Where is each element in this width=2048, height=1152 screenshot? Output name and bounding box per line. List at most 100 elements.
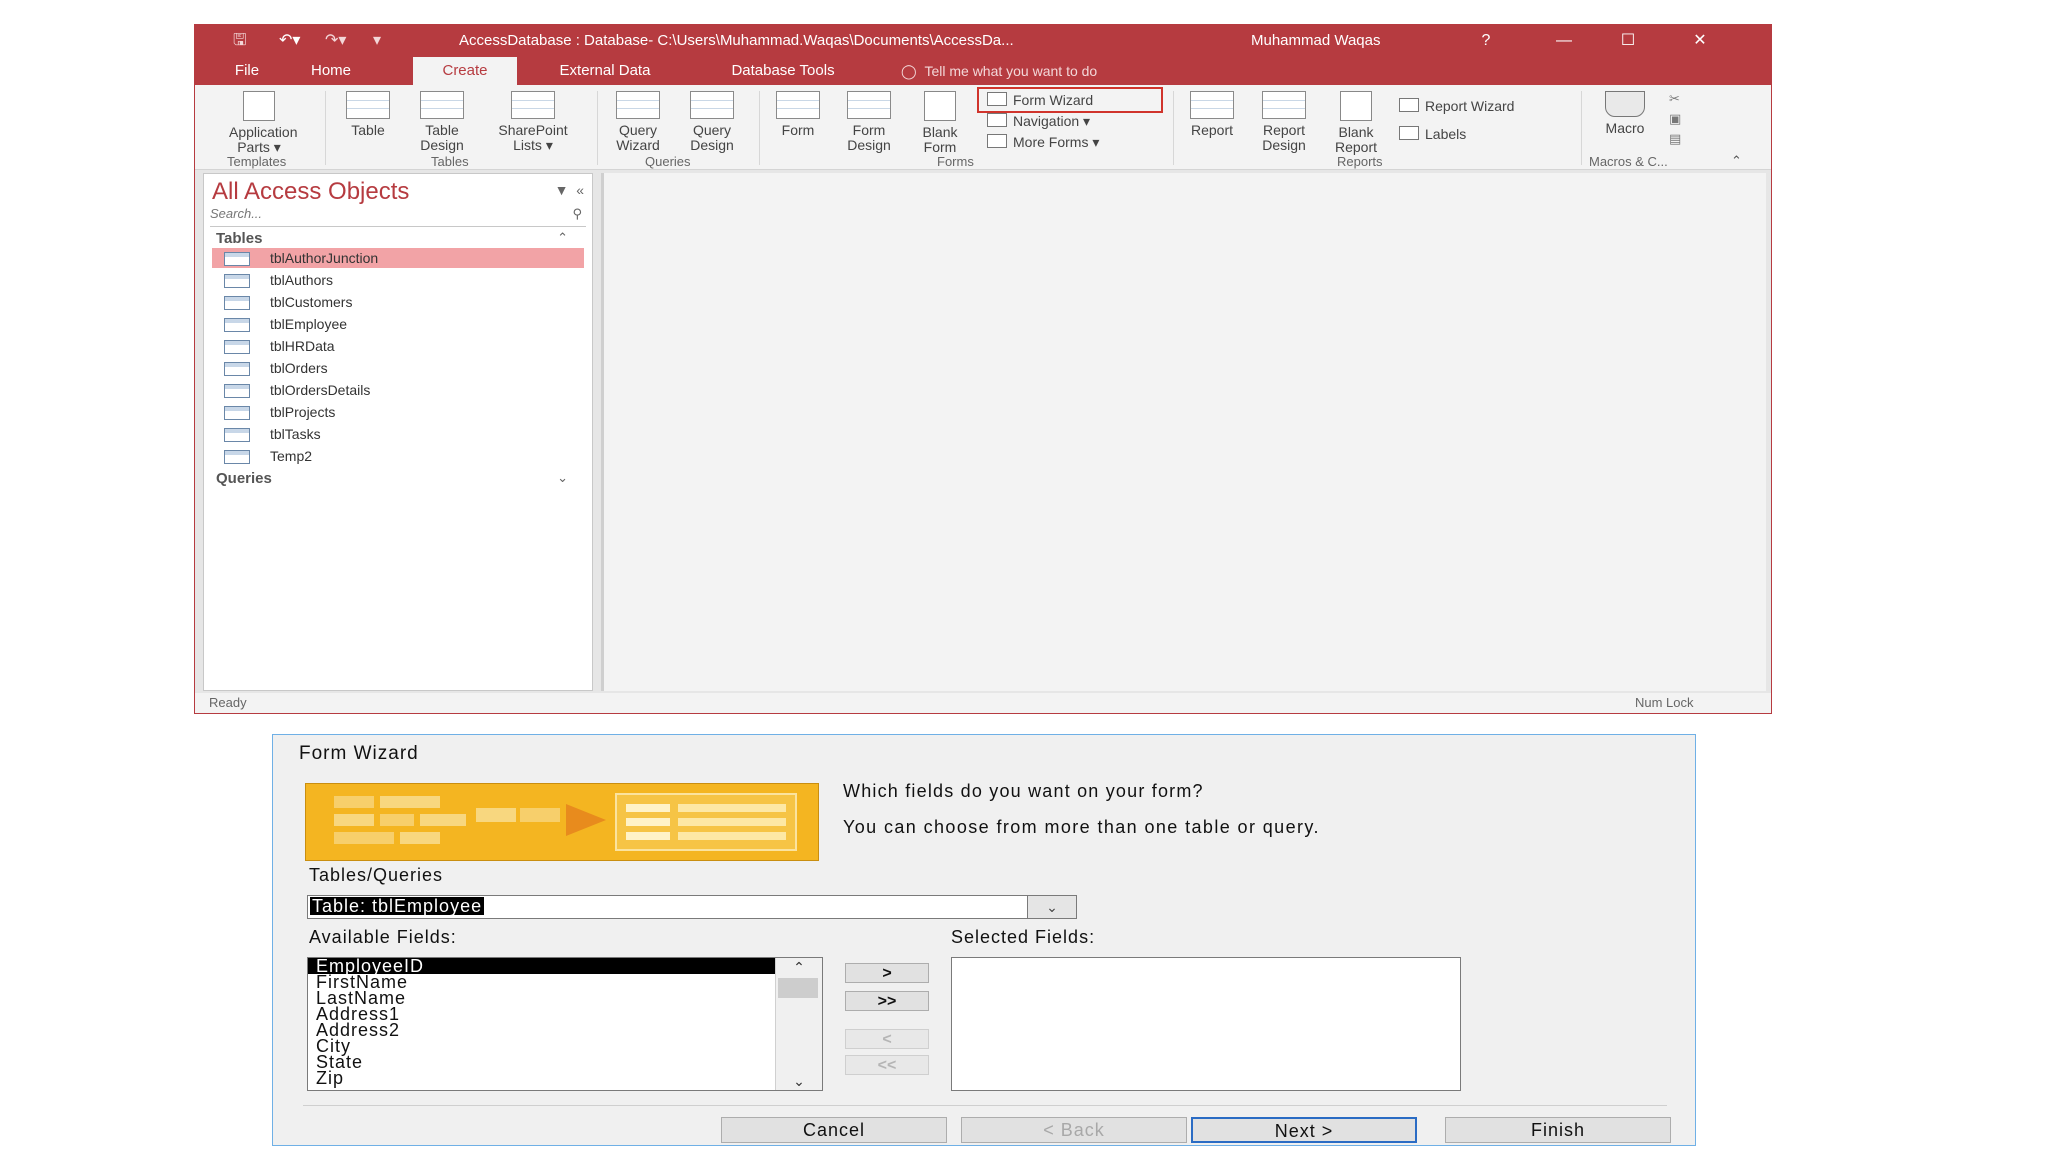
close-icon[interactable]: ✕ [1677,25,1723,57]
more-forms-button[interactable]: More Forms ▾ [987,133,1099,151]
collapse-ribbon-icon[interactable]: ⌃ [1731,153,1742,169]
class-module-icon[interactable]: ▣ [1669,111,1681,127]
form-design-button[interactable]: Form Design [835,91,903,153]
tell-me-box[interactable]: ◯ Tell me what you want to do [901,57,1097,85]
blank-form-button[interactable]: Blank Form [909,91,971,155]
nav-menu-chevron-icon[interactable]: ▼ [555,182,569,198]
report-button[interactable]: Report [1179,91,1245,138]
cancel-button[interactable]: Cancel [721,1117,947,1143]
scroll-down-icon[interactable]: ⌄ [776,1072,822,1090]
tab-create[interactable]: Create [413,57,517,85]
nav-table-item[interactable]: tblAuthorJunction [212,248,584,268]
next-button[interactable]: Next > [1191,1117,1417,1143]
wizard-illustration [334,793,797,851]
query-wizard-button[interactable]: Query Wizard [603,91,673,153]
back-button[interactable]: < Back [961,1117,1187,1143]
table-icon [224,340,250,354]
nav-table-item[interactable]: tblProjects [212,402,584,422]
maximize-icon[interactable]: ☐ [1605,25,1651,57]
labels-button[interactable]: Labels [1399,125,1466,143]
tab-external-data[interactable]: External Data [535,57,675,85]
macro-button[interactable]: Macro [1589,91,1661,136]
remove-field-button[interactable]: < [845,1029,929,1049]
save-icon[interactable]: 🖫 [233,25,247,57]
redo-icon[interactable]: ↷▾ [325,25,346,57]
help-button[interactable]: ? [1463,25,1509,57]
selected-fields-label: Selected Fields: [951,927,1096,947]
add-all-fields-button[interactable]: >> [845,991,929,1011]
nav-group-tables[interactable]: Tables ⌃ [216,230,578,247]
status-bar: Ready Num Lock [195,693,1771,713]
search-icon: ⚲ [572,206,582,221]
sharepoint-lists-button[interactable]: SharePoint Lists ▾ [481,91,585,153]
report-design-label: Report Design [1262,122,1306,153]
ribbon-tabs: File Home Create External Data Database … [195,57,1771,85]
undo-icon[interactable]: ↶▾ [279,25,300,57]
nav-table-item[interactable]: tblAuthors [212,270,584,290]
blank-report-label: Blank Report [1334,124,1378,155]
form-icon [776,91,820,119]
navigation-label: Navigation ▾ [1013,113,1091,129]
navigation-button[interactable]: Navigation ▾ [987,112,1090,130]
remove-all-fields-button[interactable]: << [845,1055,929,1075]
customize-qat-icon[interactable]: ▾ [373,25,381,57]
macro-icon [1605,91,1645,117]
nav-search-input[interactable]: Search... ⚲ [210,206,586,227]
list-item[interactable]: City [308,1037,776,1055]
tables-queries-select[interactable]: Table: tblEmployee ⌄ [307,895,1077,919]
ribbon-separator [597,91,598,165]
blank-report-button[interactable]: Blank Report [1323,91,1389,155]
available-fields-list[interactable]: EmployeeID FirstName LastName Address1 A… [307,957,823,1091]
tab-home[interactable]: Home [289,57,373,85]
scroll-up-icon[interactable]: ⌃ [776,958,822,976]
nav-pane-title[interactable]: All Access Objects [212,178,409,206]
list-scrollbar[interactable]: ⌃ ⌄ [775,958,822,1090]
add-field-button[interactable]: > [845,963,929,983]
nav-table-item[interactable]: tblOrdersDetails [212,380,584,400]
report-design-button[interactable]: Report Design [1249,91,1319,153]
query-design-button[interactable]: Query Design [677,91,747,153]
nav-table-item[interactable]: tblHRData [212,336,584,356]
tab-file[interactable]: File [215,57,279,85]
report-label: Report [1190,122,1234,138]
report-wizard-button[interactable]: Report Wizard [1399,97,1514,115]
scroll-thumb[interactable] [778,978,818,998]
list-item[interactable]: Address2 [308,1021,776,1039]
window-title: AccessDatabase : Database- C:\Users\Muha… [459,32,1014,49]
table-design-button[interactable]: Table Design [407,91,477,153]
minimize-icon[interactable]: — [1541,25,1587,57]
nav-table-item[interactable]: tblEmployee [212,314,584,334]
selected-fields-list[interactable] [951,957,1461,1091]
nav-table-item[interactable]: tblOrders [212,358,584,378]
nav-table-item[interactable]: tblCustomers [212,292,584,312]
table-button[interactable]: Table [333,91,403,138]
navigation-pane: All Access Objects ▼ « Search... ⚲ Table… [203,173,593,691]
list-item[interactable]: State [308,1053,776,1071]
group-label-reports: Reports [1337,154,1383,169]
nav-table-item[interactable]: tblTasks [212,424,584,444]
visual-basic-icon[interactable]: ▤ [1669,131,1681,147]
shutter-bar-icon[interactable]: « [576,182,584,198]
table-icon [224,362,250,376]
application-parts-button[interactable]: Application Parts ▾ [203,91,315,155]
application-parts-label: Application Parts ▾ [229,124,298,155]
module-icon[interactable]: ✂ [1669,91,1680,107]
form-button[interactable]: Form [767,91,829,138]
group-label-queries: Queries [645,154,691,169]
finish-button[interactable]: Finish [1445,1117,1671,1143]
nav-table-label: tblProjects [270,404,336,420]
query-wizard-icon [616,91,660,119]
nav-table-item[interactable]: Temp2 [212,446,584,466]
table-icon [224,406,250,420]
tab-database-tools[interactable]: Database Tools [701,57,865,85]
nav-table-label: tblHRData [270,338,335,354]
more-forms-label: More Forms ▾ [1013,134,1100,150]
user-name[interactable]: Muhammad Waqas [1251,25,1381,57]
list-item[interactable]: Zip [308,1069,776,1087]
table-icon [224,252,250,266]
nav-group-queries[interactable]: Queries ⌄ [216,470,578,487]
title-bar: 🖫 ↶▾ ↷▾ ▾ AccessDatabase : Database- C:\… [195,25,1771,57]
chevron-down-icon[interactable]: ⌄ [1027,896,1076,918]
table-icon [224,296,250,310]
form-wizard-button[interactable]: Form Wizard [987,91,1093,109]
